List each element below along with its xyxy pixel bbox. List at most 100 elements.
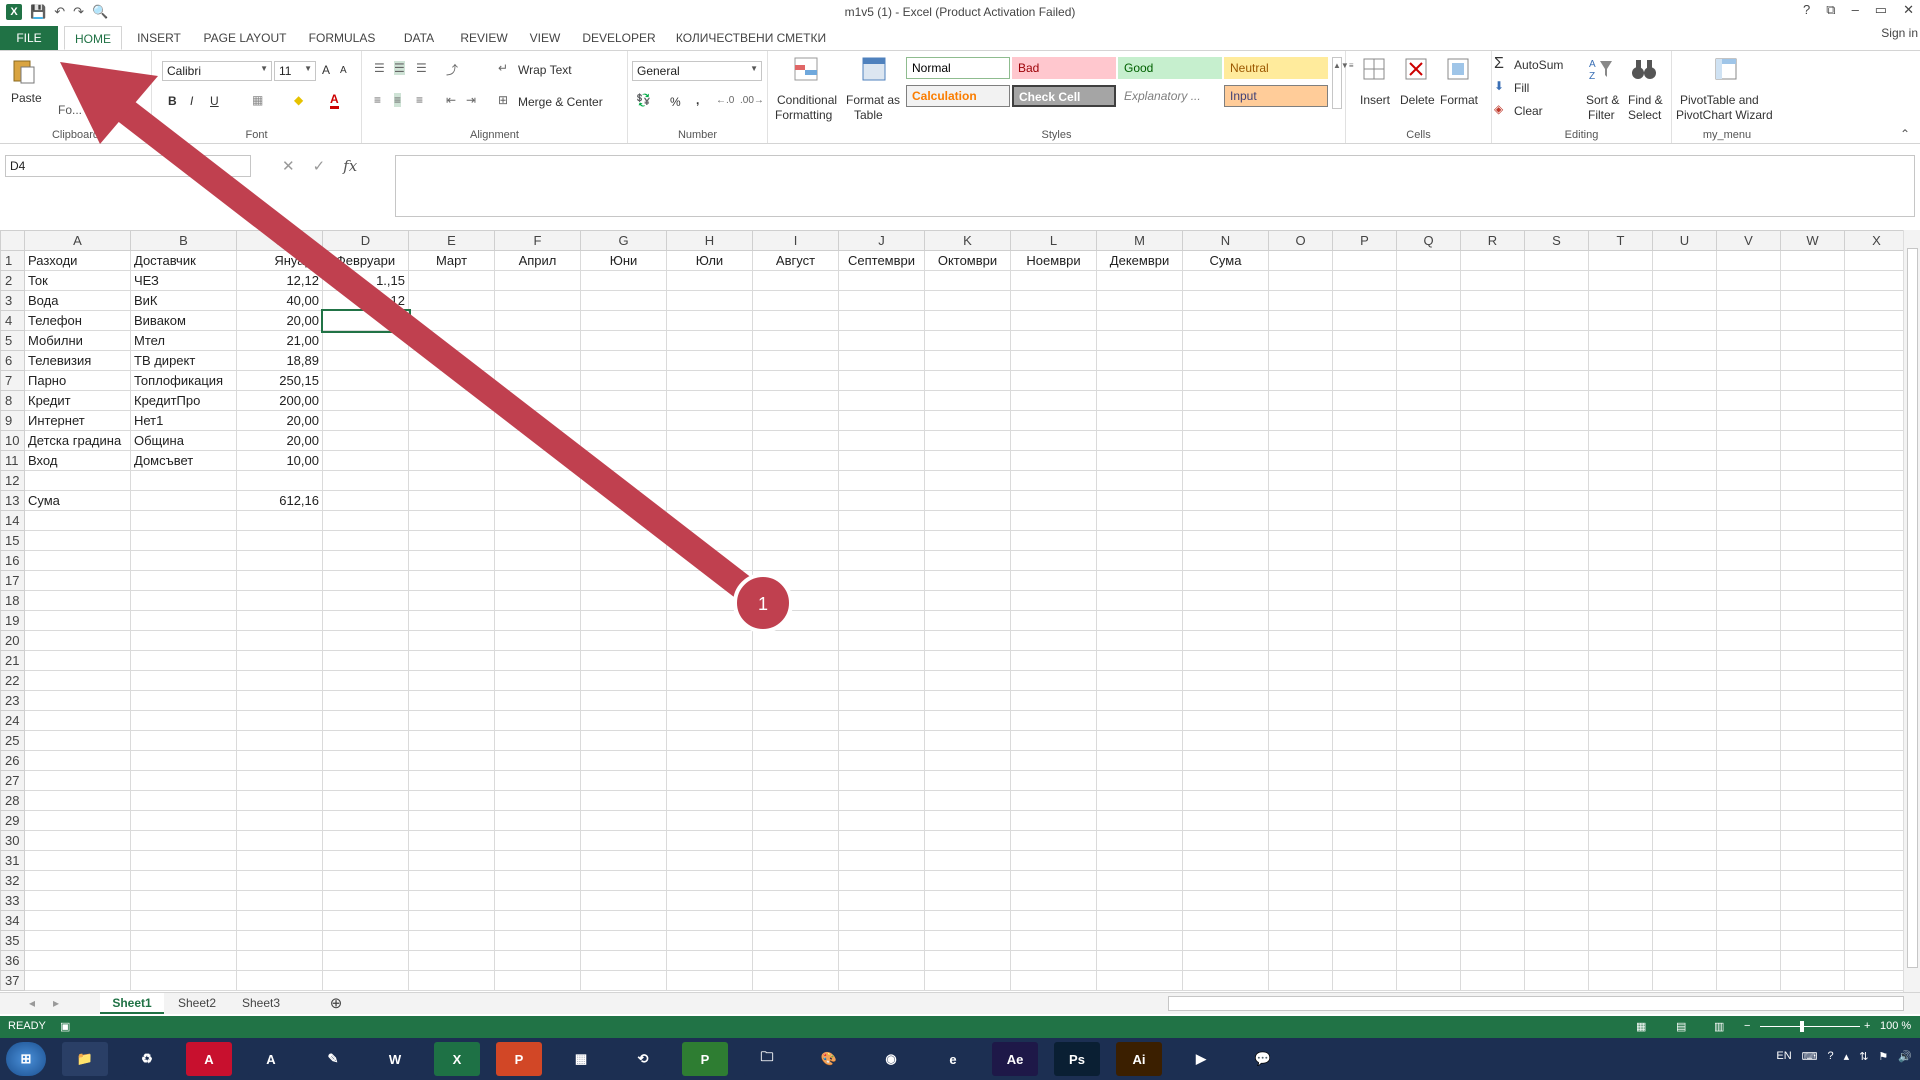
cell-u3[interactable]	[1652, 290, 1717, 311]
cell-p13[interactable]	[1332, 490, 1397, 511]
cell-r11[interactable]	[1460, 450, 1525, 471]
row-header[interactable]: 36	[0, 950, 25, 971]
row-header[interactable]: 21	[0, 650, 25, 671]
cell-w31[interactable]	[1780, 850, 1845, 871]
cell-b13[interactable]	[130, 490, 237, 511]
cell-d36[interactable]	[322, 950, 409, 971]
cell-x7[interactable]	[1844, 370, 1909, 391]
fill-color-icon[interactable]: ◆	[294, 93, 303, 107]
cell-q27[interactable]	[1396, 770, 1461, 791]
cell-q21[interactable]	[1396, 650, 1461, 671]
cell-x27[interactable]	[1844, 770, 1909, 791]
cell-h17[interactable]	[666, 570, 753, 591]
column-header-j[interactable]: J	[838, 230, 925, 251]
cell-g15[interactable]	[580, 530, 667, 551]
cell-n33[interactable]	[1182, 890, 1269, 911]
cell-p7[interactable]	[1332, 370, 1397, 391]
cell-a20[interactable]	[24, 630, 131, 651]
column-header-e[interactable]: E	[408, 230, 495, 251]
cell-t5[interactable]	[1588, 330, 1653, 351]
cell-g10[interactable]	[580, 430, 667, 451]
cell-g18[interactable]	[580, 590, 667, 611]
macro-record-icon[interactable]: ▣	[60, 1020, 70, 1033]
cell-g22[interactable]	[580, 670, 667, 691]
cell-t35[interactable]	[1588, 930, 1653, 951]
cell-o24[interactable]	[1268, 710, 1333, 731]
cell-u14[interactable]	[1652, 510, 1717, 531]
cell-h9[interactable]	[666, 410, 753, 431]
cell-f29[interactable]	[494, 810, 581, 831]
cell-i23[interactable]	[752, 690, 839, 711]
cell-d22[interactable]	[322, 670, 409, 691]
cell-i14[interactable]	[752, 510, 839, 531]
cell-m32[interactable]	[1096, 870, 1183, 891]
cell-b9[interactable]: Нет1	[130, 410, 237, 431]
cell-j30[interactable]	[838, 830, 925, 851]
cell-k27[interactable]	[924, 770, 1011, 791]
cell-u2[interactable]	[1652, 270, 1717, 291]
cell-p37[interactable]	[1332, 970, 1397, 991]
cell-a31[interactable]	[24, 850, 131, 871]
cell-d17[interactable]	[322, 570, 409, 591]
cell-s1[interactable]	[1524, 250, 1589, 271]
cell-r8[interactable]	[1460, 390, 1525, 411]
cell-v18[interactable]	[1716, 590, 1781, 611]
cell-j20[interactable]	[838, 630, 925, 651]
cell-f20[interactable]	[494, 630, 581, 651]
cell-n37[interactable]	[1182, 970, 1269, 991]
cell-d16[interactable]	[322, 550, 409, 571]
cell-s37[interactable]	[1524, 970, 1589, 991]
cell-n19[interactable]	[1182, 610, 1269, 631]
cell-v16[interactable]	[1716, 550, 1781, 571]
cell-g37[interactable]	[580, 970, 667, 991]
cell-d27[interactable]	[322, 770, 409, 791]
cell-h4[interactable]	[666, 310, 753, 331]
cell-q6[interactable]	[1396, 350, 1461, 371]
cell-f33[interactable]	[494, 890, 581, 911]
cell-w24[interactable]	[1780, 710, 1845, 731]
cell-d21[interactable]	[322, 650, 409, 671]
cell-a6[interactable]: Телевизия	[24, 350, 131, 371]
cell-i25[interactable]	[752, 730, 839, 751]
cell-u30[interactable]	[1652, 830, 1717, 851]
cell-l4[interactable]	[1010, 310, 1097, 331]
cell-o21[interactable]	[1268, 650, 1333, 671]
taskbar-powerpoint-icon[interactable]: P	[496, 1042, 542, 1076]
cell-f4[interactable]	[494, 310, 581, 331]
cell-p10[interactable]	[1332, 430, 1397, 451]
cell-m23[interactable]	[1096, 690, 1183, 711]
cell-d26[interactable]	[322, 750, 409, 771]
cell-v27[interactable]	[1716, 770, 1781, 791]
cell-c18[interactable]	[236, 590, 323, 611]
cell-w12[interactable]	[1780, 470, 1845, 491]
cell-l37[interactable]	[1010, 970, 1097, 991]
cell-r19[interactable]	[1460, 610, 1525, 631]
cell-i20[interactable]	[752, 630, 839, 651]
cell-w16[interactable]	[1780, 550, 1845, 571]
cell-v33[interactable]	[1716, 890, 1781, 911]
cell-k18[interactable]	[924, 590, 1011, 611]
cell-b36[interactable]	[130, 950, 237, 971]
maximize-icon[interactable]: ▭	[1875, 2, 1887, 18]
cell-r29[interactable]	[1460, 810, 1525, 831]
cell-c7[interactable]: 250,15	[236, 370, 323, 391]
cell-v31[interactable]	[1716, 850, 1781, 871]
cell-p31[interactable]	[1332, 850, 1397, 871]
column-header-q[interactable]: Q	[1396, 230, 1461, 251]
cell-a13[interactable]: Сума	[24, 490, 131, 511]
column-header-t[interactable]: T	[1588, 230, 1653, 251]
cell-l9[interactable]	[1010, 410, 1097, 431]
cell-style-calculation[interactable]: Calculation	[906, 85, 1010, 107]
cell-e34[interactable]	[408, 910, 495, 931]
cell-i19[interactable]	[752, 610, 839, 631]
cell-d32[interactable]	[322, 870, 409, 891]
cell-k28[interactable]	[924, 790, 1011, 811]
cell-w28[interactable]	[1780, 790, 1845, 811]
row-header[interactable]: 1	[0, 250, 25, 271]
cell-e17[interactable]	[408, 570, 495, 591]
cell-i24[interactable]	[752, 710, 839, 731]
cell-x9[interactable]	[1844, 410, 1909, 431]
cell-h33[interactable]	[666, 890, 753, 911]
cell-l31[interactable]	[1010, 850, 1097, 871]
cell-g3[interactable]	[580, 290, 667, 311]
